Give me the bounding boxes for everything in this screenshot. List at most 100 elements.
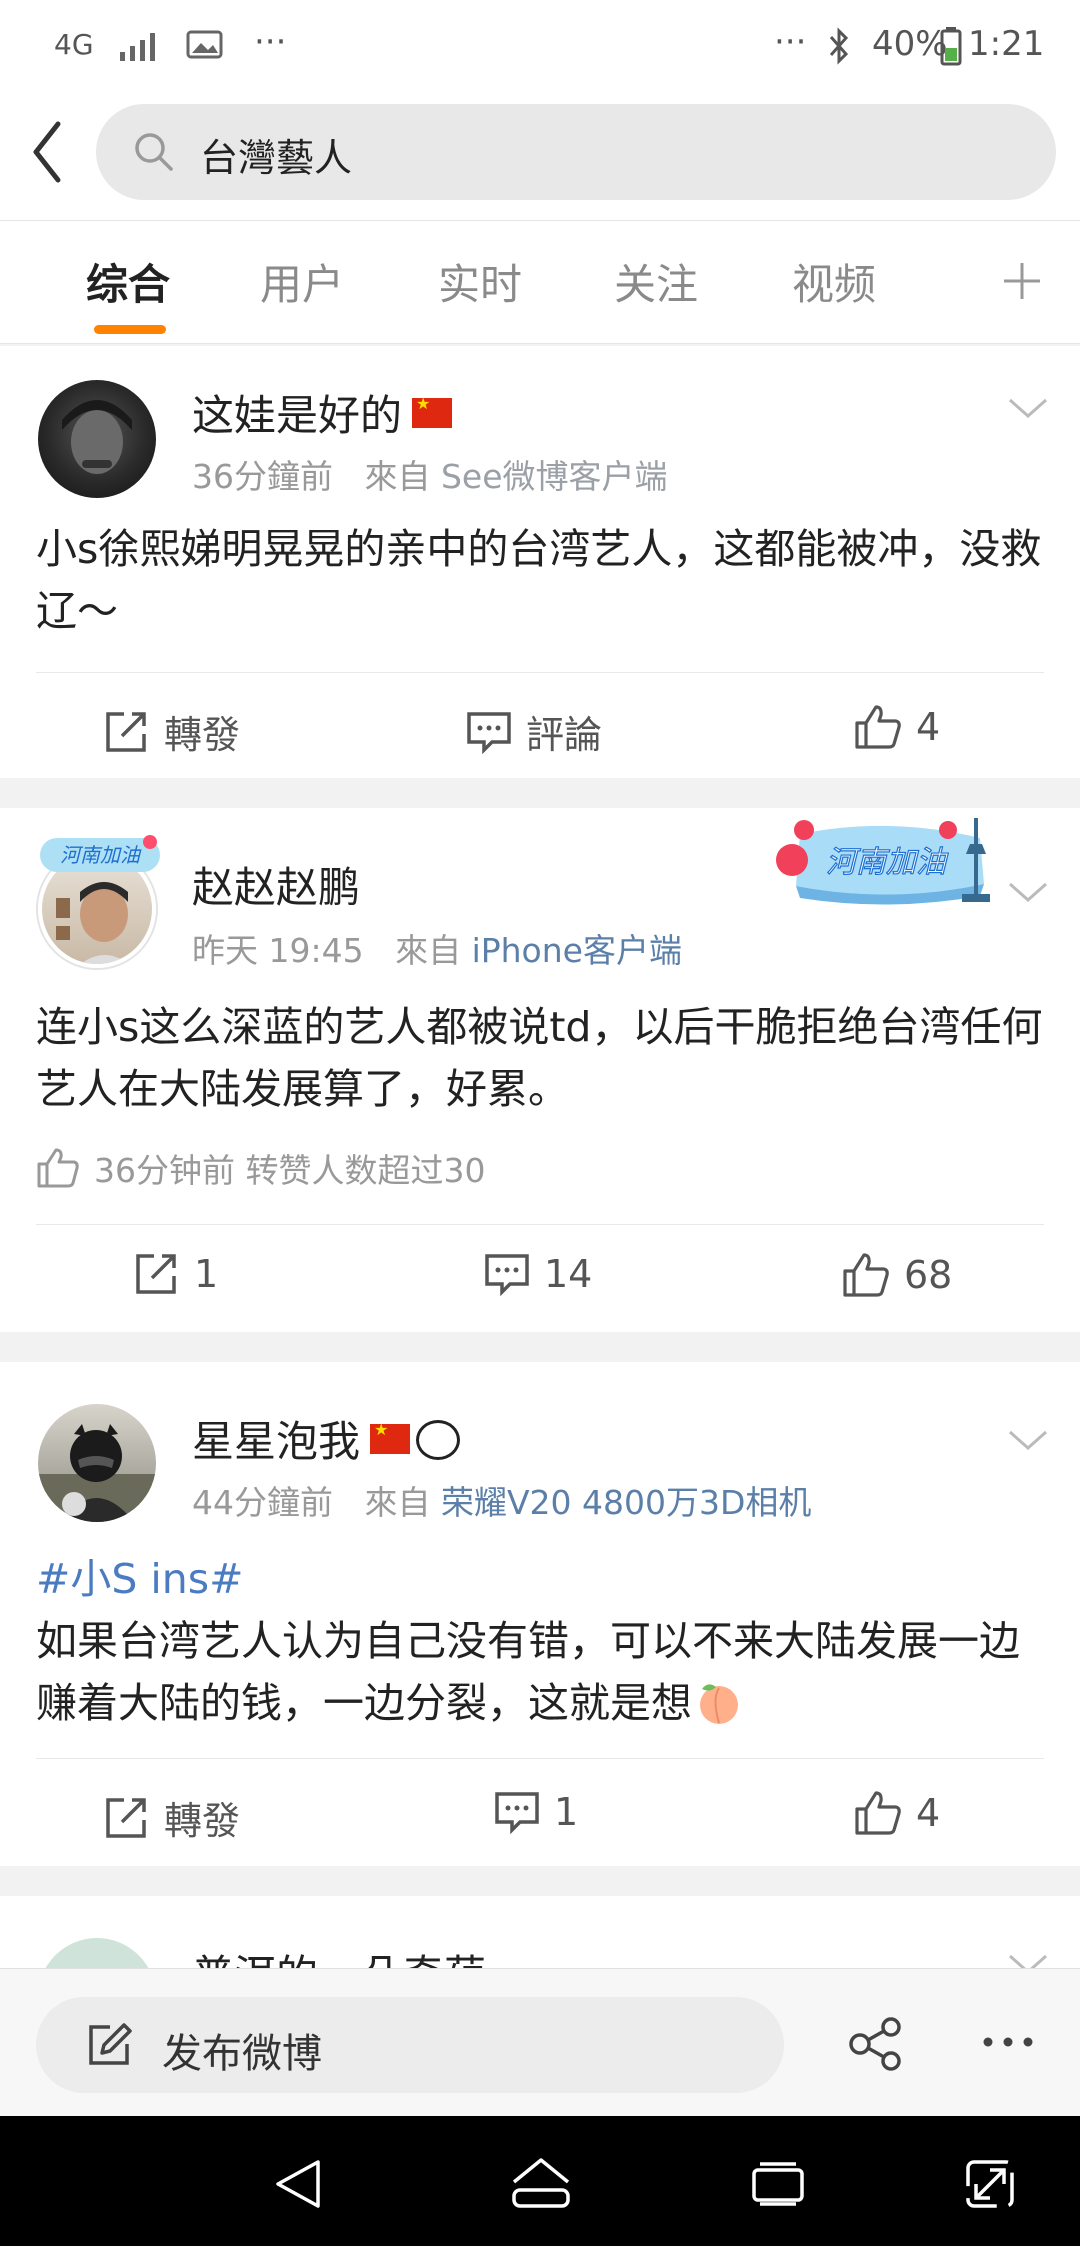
henan-jiayou-avatar-badge: 河南加油 — [40, 835, 160, 872]
search-icon — [135, 133, 173, 171]
repost-button[interactable]: 轉發 — [104, 1790, 240, 1845]
peach-emoji-icon — [700, 1684, 738, 1724]
thumbs-up-icon — [37, 1148, 79, 1188]
username[interactable]: 普洱的一朵奇葩 — [192, 1942, 486, 1968]
divider — [36, 1758, 1044, 1759]
like-info-text: 36分钟前 转赞人数超过30 — [94, 1151, 486, 1190]
avatar-face-icon — [62, 400, 132, 474]
post-time: 昨天 19:45 — [192, 931, 364, 970]
image-notification-icon — [186, 30, 223, 59]
tab-all[interactable]: 综合 — [86, 251, 170, 312]
divider — [36, 1224, 1044, 1225]
battery-percent: 40% — [872, 24, 948, 64]
post-card[interactable]: 星星泡我 44分鐘前 來自 荣耀V20 4800万3D相机 #小S ins# 如… — [0, 1362, 1080, 1866]
username[interactable]: 赵赵赵鹏 — [192, 854, 360, 915]
post-text[interactable]: 小s徐熙娣明晃晃的亲中的台湾艺人，这都能被冲，没救辽～ — [36, 518, 1046, 642]
username-text: 这娃是好的 — [192, 391, 403, 440]
comment-button[interactable]: 14 — [484, 1252, 592, 1296]
chevron-down-icon[interactable] — [1006, 1942, 1050, 1968]
compose-bar: 发布微博 — [0, 1968, 1080, 2116]
username-text: 星星泡我 — [192, 1417, 361, 1466]
search-tabs: 综合 用户 实时 关注 视频 — [0, 220, 1080, 344]
like-button[interactable]: 68 — [842, 1252, 952, 1298]
topic-hashtag[interactable]: #小S ins# — [36, 1548, 1046, 1610]
clock: 1:21 — [968, 24, 1045, 64]
nav-expand-icon[interactable] — [962, 2154, 1018, 2210]
post-source[interactable]: 荣耀V20 4800万3D相机 — [441, 1483, 811, 1522]
avatar[interactable] — [38, 380, 156, 498]
like-count: 68 — [904, 1253, 953, 1297]
like-button[interactable]: 4 — [854, 1790, 940, 1836]
repost-label: 轉發 — [164, 1799, 241, 1843]
post-source[interactable]: See微博客户端 — [441, 457, 668, 496]
nav-recents-icon[interactable] — [750, 2160, 806, 2208]
avatar[interactable] — [38, 1938, 156, 1968]
chevron-down-icon[interactable] — [1006, 870, 1050, 914]
like-info[interactable]: 36分钟前 转赞人数超过30 — [36, 1144, 485, 1192]
share-icon[interactable] — [848, 2017, 904, 2071]
post-card[interactable]: 河南加油 赵赵赵鹏 河南加油 昨天 19:45 來自 iPhone客户端 连小s… — [0, 808, 1080, 1332]
china-flag-icon — [370, 1420, 411, 1454]
like-button[interactable]: 4 — [854, 704, 940, 750]
avatar[interactable] — [38, 1404, 156, 1522]
post-meta: 44分鐘前 來自 荣耀V20 4800万3D相机 — [192, 1476, 811, 1524]
comment-button[interactable]: 1 — [494, 1790, 578, 1834]
badge-text: 河南加油 — [826, 845, 949, 880]
username[interactable]: 这娃是好的 — [192, 382, 453, 443]
avatar-motorcycle-icon — [38, 1424, 156, 1522]
search-query[interactable]: 台灣藝人 — [200, 127, 352, 182]
comment-icon — [485, 1254, 529, 1296]
like-count: 4 — [916, 705, 941, 749]
comment-count: 1 — [554, 1790, 579, 1834]
chevron-down-icon[interactable] — [1006, 1418, 1050, 1462]
post-card[interactable]: 普洱的一朵奇葩 — [0, 1896, 1080, 1968]
username[interactable]: 星星泡我 — [192, 1408, 461, 1469]
signal-icon — [120, 33, 155, 61]
thumbs-up-icon — [843, 1253, 889, 1297]
divider — [36, 672, 1044, 673]
comment-icon — [495, 1792, 539, 1834]
from-label: 來自 — [364, 457, 431, 496]
comment-icon — [467, 711, 511, 754]
repost-icon — [106, 1797, 146, 1838]
edit-icon — [89, 2023, 132, 2065]
panda-icon — [416, 1420, 461, 1460]
comment-button[interactable]: 評論 — [466, 704, 602, 759]
henan-jiayou-badge: 河南加油 — [770, 814, 1006, 908]
repost-button[interactable]: 轉發 — [104, 704, 240, 759]
more-notifications-icon: ··· — [254, 22, 287, 62]
tab-users[interactable]: 用户 — [260, 251, 344, 312]
nav-back-icon[interactable] — [270, 2156, 326, 2212]
compose-button[interactable]: 发布微博 — [36, 1997, 784, 2093]
repost-button[interactable]: 1 — [134, 1252, 218, 1296]
add-tab-icon[interactable] — [1000, 259, 1044, 303]
post-time: 36分鐘前 — [192, 457, 333, 496]
tab-video[interactable]: 视频 — [792, 251, 876, 312]
post-content[interactable]: #小S ins# 如果台湾艺人认为自己没有错，可以不来大陆发展一边赚着大陆的钱，… — [36, 1548, 1046, 1734]
system-nav-bar — [0, 2116, 1080, 2246]
repost-icon — [136, 1254, 176, 1294]
chevron-down-icon[interactable] — [1006, 386, 1050, 430]
svg-text:河南加油: 河南加油 — [60, 843, 142, 867]
post-text: 如果台湾艺人认为自己没有错，可以不来大陆发展一边赚着大陆的钱，一边分裂，这就是想 — [36, 1617, 1020, 1727]
tab-realtime[interactable]: 实时 — [438, 251, 522, 312]
search-box[interactable]: 台灣藝人 — [96, 104, 1056, 200]
tab-following[interactable]: 关注 — [614, 251, 698, 312]
post-time: 44分鐘前 — [192, 1483, 333, 1522]
bluetooth-icon — [829, 27, 849, 65]
status-bar: 4G ··· ··· 40% 1:21 — [0, 0, 1080, 92]
post-text[interactable]: 连小s这么深蓝的艺人都被说td，以后干脆拒绝台湾任何艺人在大陆发展算了，好累。 — [36, 996, 1046, 1120]
post-card[interactable]: 这娃是好的 36分鐘前 來自 See微博客户端 小s徐熙娣明晃晃的亲中的台湾艺人… — [0, 346, 1080, 778]
repost-icon — [106, 711, 146, 752]
repost-label: 轉發 — [164, 713, 241, 757]
thumbs-up-icon — [855, 705, 901, 749]
network-type: 4G — [54, 28, 94, 61]
post-source[interactable]: iPhone客户端 — [472, 931, 682, 970]
back-arrow-icon[interactable] — [28, 120, 68, 184]
comment-label: 評論 — [526, 713, 603, 757]
battery-icon — [940, 27, 962, 66]
more-options-icon[interactable] — [982, 2035, 1034, 2049]
nav-home-icon[interactable] — [508, 2154, 574, 2210]
from-label: 來自 — [395, 931, 462, 970]
repost-count: 1 — [194, 1252, 219, 1296]
